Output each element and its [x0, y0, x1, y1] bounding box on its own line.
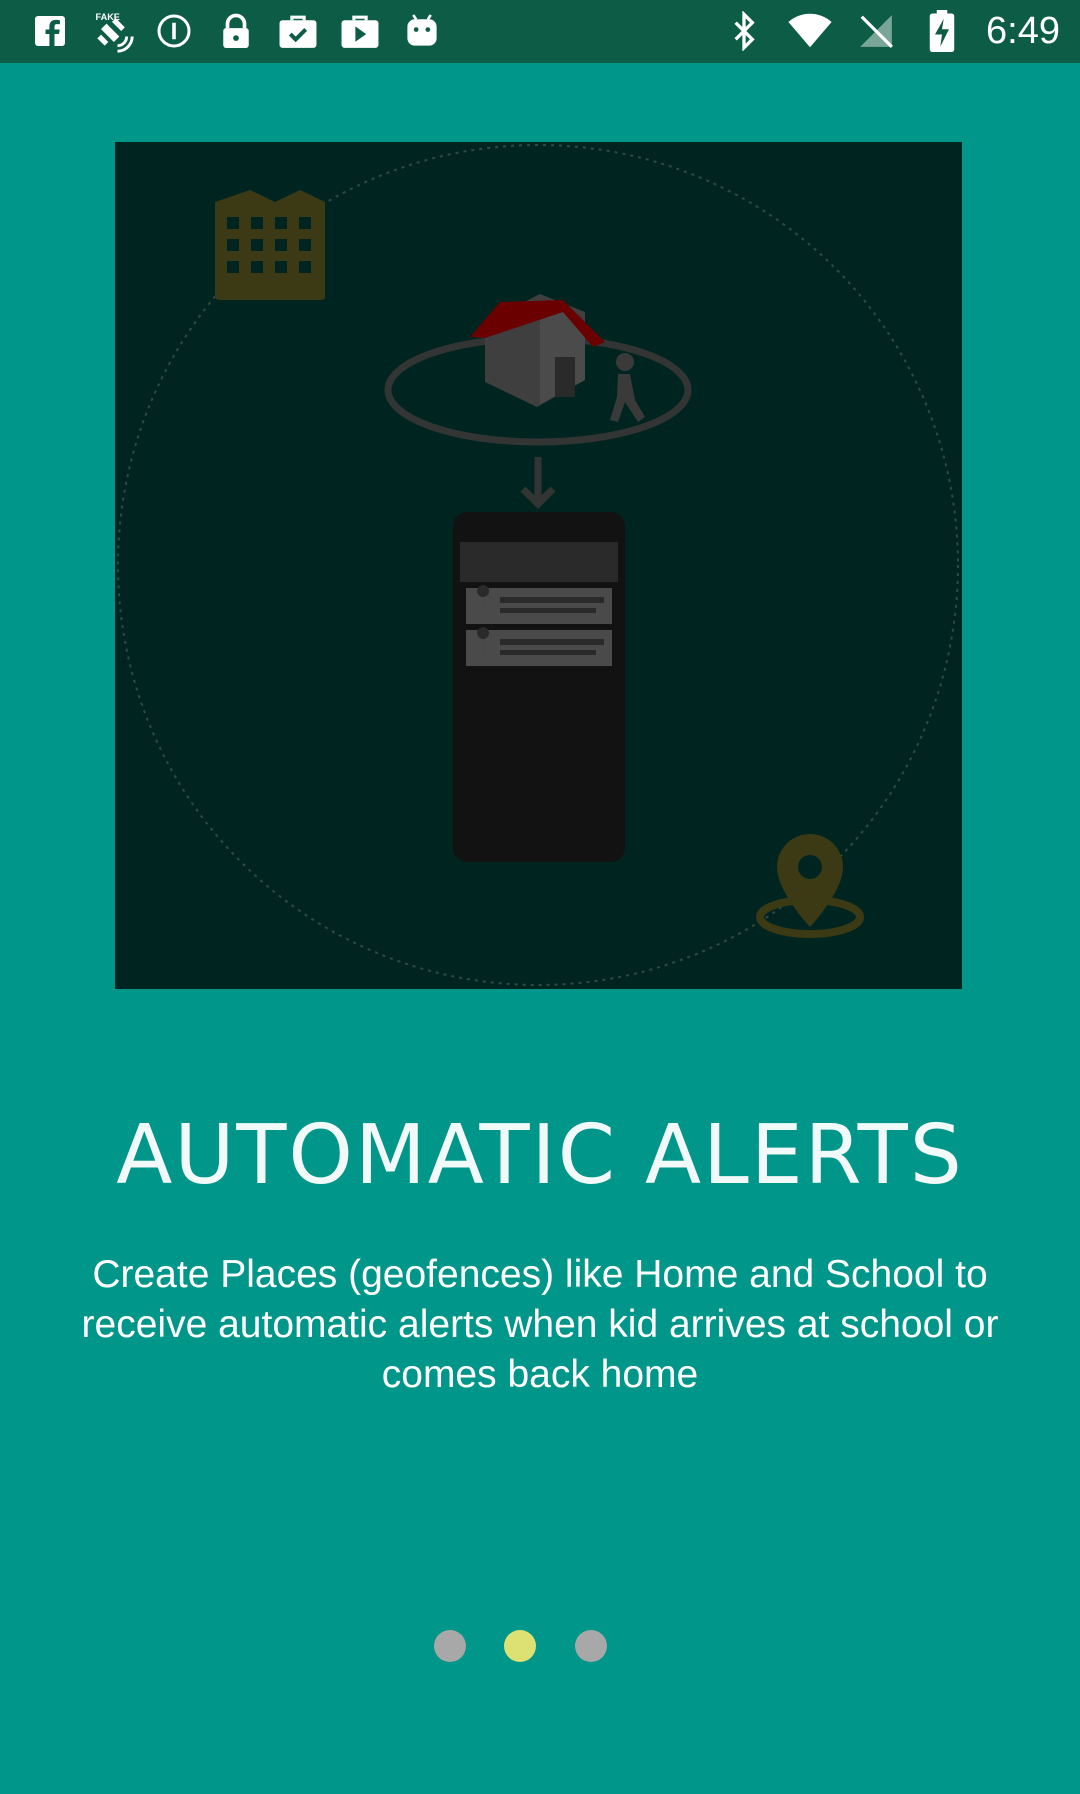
bluetooth-icon: [722, 9, 766, 53]
briefcase-check-icon: [276, 9, 320, 53]
onboarding-title: AUTOMATIC ALERTS: [116, 1108, 964, 1203]
status-left-icons: FAKE: [28, 9, 444, 53]
info-circle-icon: [152, 9, 196, 53]
page-dot-1[interactable]: [434, 1630, 466, 1662]
status-bar: FAKE 6:49: [0, 0, 1080, 63]
youtube-icon: [338, 9, 382, 53]
house-icon: [470, 294, 605, 407]
fake-gps-icon: FAKE: [90, 9, 134, 53]
onboarding-description: Create Places (geofences) like Home and …: [81, 1253, 999, 1396]
no-sim-icon: [854, 9, 898, 53]
page-dot-2[interactable]: [504, 1630, 536, 1662]
walking-person-icon: [610, 353, 645, 422]
location-pin-icon: [756, 834, 864, 938]
lock-icon: [214, 9, 258, 53]
battery-charging-icon: [920, 9, 964, 53]
phone-illustration: [453, 512, 625, 862]
wifi-icon: [788, 9, 832, 53]
svg-text:FAKE: FAKE: [96, 12, 120, 22]
page-indicator: [0, 1630, 1080, 1664]
arrow-down-icon: [520, 457, 556, 509]
onboarding-illustration: [115, 142, 962, 989]
building-icon: [215, 190, 325, 300]
android-icon: [400, 9, 444, 53]
facebook-icon: [28, 9, 72, 53]
status-right-icons: 6:49: [722, 9, 1060, 53]
page-dot-3[interactable]: [575, 1630, 607, 1662]
status-time: 6:49: [986, 10, 1060, 52]
